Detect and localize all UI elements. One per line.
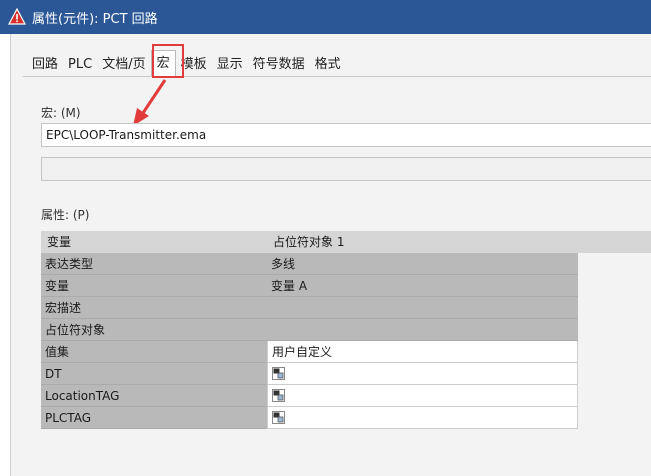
- tab-document-page[interactable]: 文档/页: [97, 53, 150, 77]
- row-value[interactable]: 变量 A: [267, 275, 578, 297]
- row-name: 宏描述: [41, 297, 267, 319]
- row-value[interactable]: [267, 319, 578, 341]
- table-row[interactable]: PLCTAG: [41, 407, 651, 429]
- row-value[interactable]: 用户自定义: [267, 341, 578, 363]
- table-row[interactable]: DT: [41, 363, 651, 385]
- title-bar: 属性(元件): PCT 回路: [0, 0, 651, 34]
- row-name: 变量: [41, 275, 267, 297]
- table-row[interactable]: 宏描述: [41, 297, 651, 319]
- macro-field[interactable]: EPC\LOOP-Transmitter.ema: [41, 123, 651, 147]
- tab-divider: [23, 76, 651, 77]
- row-value[interactable]: [267, 363, 578, 385]
- grid-header: 变量 占位符对象 1: [41, 231, 651, 253]
- property-editor-icon[interactable]: [272, 411, 285, 424]
- window-title: 属性(元件): PCT 回路: [32, 11, 158, 27]
- tab-bar: 回路 PLC 文档/页 宏 模板 显示 符号数据 格式: [27, 49, 346, 77]
- row-value[interactable]: 多线: [267, 253, 578, 275]
- header-col-variable[interactable]: 变量: [41, 231, 267, 253]
- row-value[interactable]: [267, 385, 578, 407]
- properties-label: 属性: (P): [41, 208, 90, 222]
- tab-symbol-data[interactable]: 符号数据: [248, 53, 310, 77]
- properties-dialog: 回路 PLC 文档/页 宏 模板 显示 符号数据 格式 宏: (M) EPC\L…: [10, 34, 651, 476]
- app-warning-icon: [8, 8, 26, 25]
- row-value[interactable]: [267, 407, 578, 429]
- tab-format[interactable]: 格式: [310, 53, 346, 77]
- row-name: 表达类型: [41, 253, 267, 275]
- tab-display[interactable]: 显示: [212, 53, 248, 77]
- row-name: 值集: [41, 341, 267, 363]
- row-name: PLCTAG: [41, 407, 267, 429]
- header-col-placeholder[interactable]: 占位符对象 1: [267, 231, 651, 253]
- table-row[interactable]: LocationTAG: [41, 385, 651, 407]
- annotation-arrow-icon: [133, 79, 167, 126]
- tab-loop[interactable]: 回路: [27, 53, 63, 77]
- table-row[interactable]: 表达类型 多线: [41, 253, 651, 275]
- table-row[interactable]: 值集 用户自定义: [41, 341, 651, 363]
- row-value[interactable]: [267, 297, 578, 319]
- row-name: DT: [41, 363, 267, 385]
- table-row[interactable]: 变量 变量 A: [41, 275, 651, 297]
- tab-plc[interactable]: PLC: [63, 53, 97, 77]
- row-name: LocationTAG: [41, 385, 267, 407]
- table-row[interactable]: 占位符对象: [41, 319, 651, 341]
- property-editor-icon[interactable]: [272, 367, 285, 380]
- property-editor-icon[interactable]: [272, 389, 285, 402]
- highlight-box: [152, 44, 184, 78]
- properties-grid: 变量 占位符对象 1 表达类型 多线 变量 变量 A 宏描述 占位符对象 值集 …: [41, 231, 651, 429]
- macro-secondary-field[interactable]: [41, 157, 651, 181]
- macro-label: 宏: (M): [41, 106, 81, 120]
- row-name: 占位符对象: [41, 319, 267, 341]
